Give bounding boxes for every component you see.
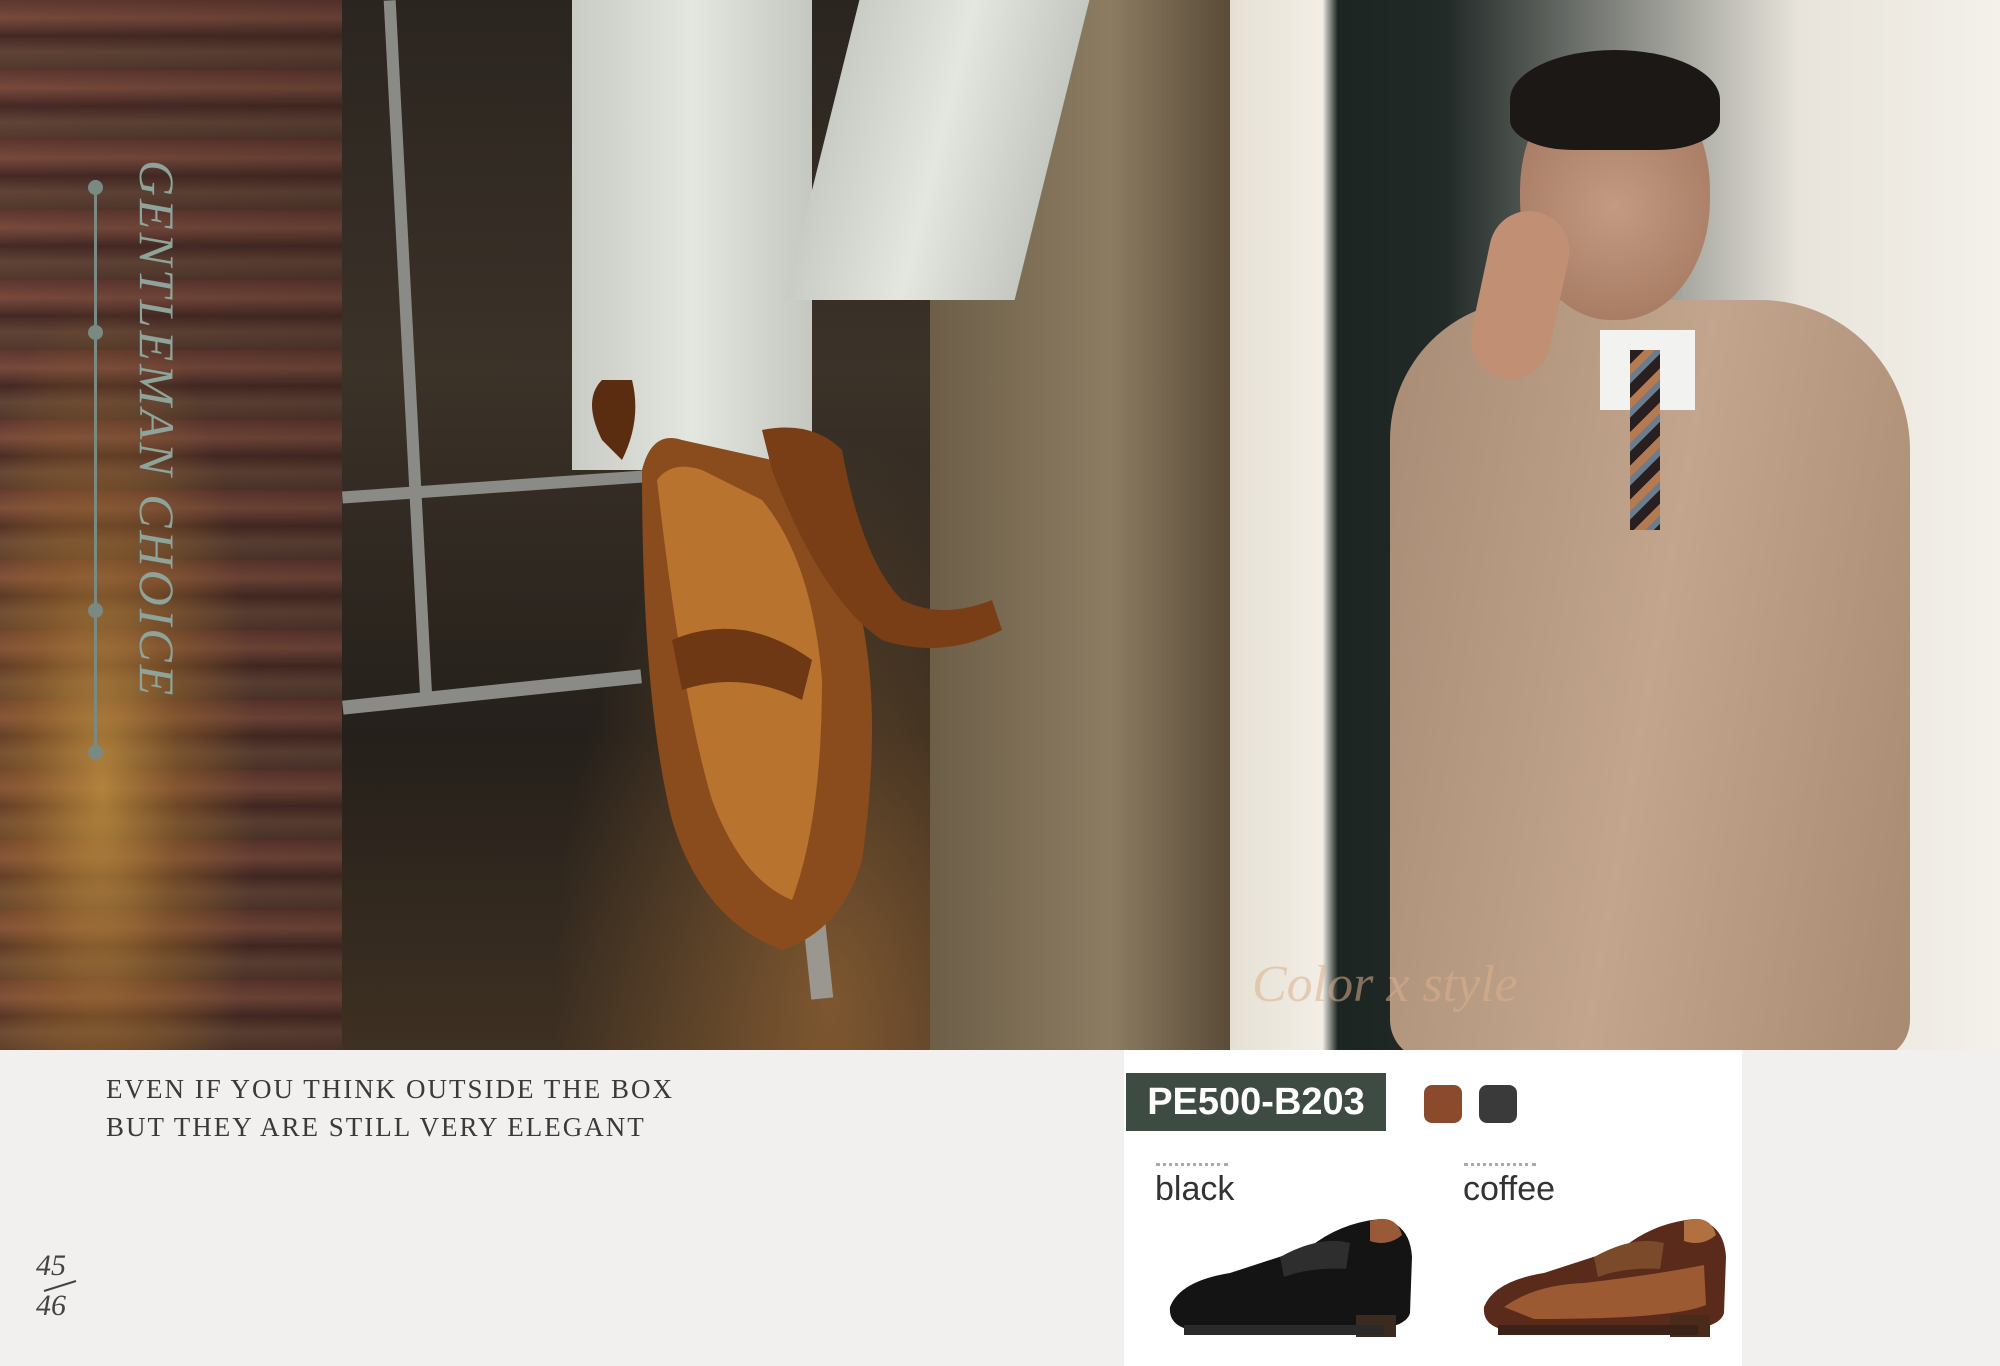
dotted-rule bbox=[1464, 1163, 1536, 1166]
loafer-illustration bbox=[592, 380, 1002, 950]
decorative-dot bbox=[88, 325, 103, 340]
vertical-title: GENTLEMAN CHOICE bbox=[129, 160, 185, 699]
decorative-dot bbox=[88, 603, 103, 618]
decorative-dot bbox=[88, 745, 103, 760]
decorative-line bbox=[94, 180, 97, 760]
page-number-left: 45 bbox=[36, 1249, 66, 1282]
model-hair bbox=[1510, 50, 1720, 150]
tagline-line-1: EVEN IF YOU THINK OUTSIDE THE BOX bbox=[106, 1074, 674, 1104]
product-code-badge: PE500-B203 bbox=[1126, 1073, 1386, 1131]
dotted-rule bbox=[1156, 1163, 1228, 1166]
loafer-closeup-photo bbox=[342, 0, 1230, 1050]
page-number-right: 46 bbox=[36, 1289, 66, 1322]
page-numbers: 45 46 bbox=[36, 1249, 82, 1322]
black-loafer-image[interactable] bbox=[1160, 1195, 1420, 1345]
model-tie bbox=[1630, 350, 1660, 530]
tagline-line-2: BUT THEY ARE STILL VERY ELEGANT bbox=[106, 1112, 646, 1142]
watermark-text: Color x style bbox=[1252, 956, 1518, 1013]
coffee-loafer-image[interactable] bbox=[1474, 1195, 1734, 1345]
color-swatch-coffee[interactable] bbox=[1424, 1085, 1462, 1123]
model-photo bbox=[1230, 0, 2000, 1050]
color-swatch-black[interactable] bbox=[1479, 1085, 1517, 1123]
decorative-dot bbox=[88, 180, 103, 195]
tagline: EVEN IF YOU THINK OUTSIDE THE BOX BUT TH… bbox=[106, 1070, 674, 1146]
